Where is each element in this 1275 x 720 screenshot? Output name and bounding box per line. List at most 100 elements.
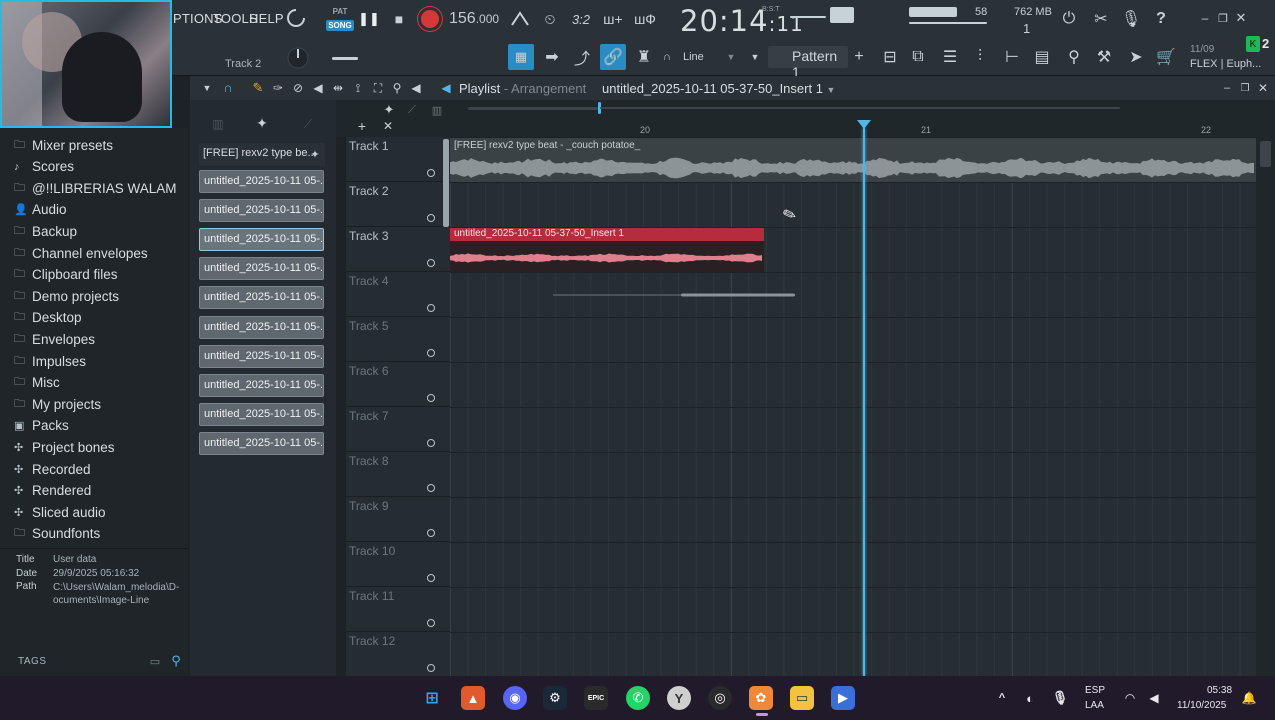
audio-clip-track3[interactable]: untitled_2025-10-11 05-37-50_Insert 1	[450, 228, 764, 272]
picker-clip[interactable]: untitled_2025-10-11 05-...	[199, 402, 324, 426]
microphone-icon[interactable]: 🎙	[1120, 8, 1142, 30]
song-position-clock[interactable]: 20:14:11	[680, 4, 804, 38]
tray-mic-icon[interactable]: 🎙	[1048, 686, 1072, 710]
pattern-selector[interactable]: Pattern 1	[768, 46, 848, 80]
picker-audio-clip-header[interactable]: [FREE] rexv2 type be...	[199, 143, 325, 166]
scissors-icon[interactable]: ✂	[1090, 8, 1112, 30]
minimize-icon[interactable]: –	[1196, 8, 1214, 28]
tempo-display[interactable]: 156.000	[449, 10, 499, 28]
send-icon[interactable]: ➤	[1124, 44, 1148, 70]
notification-bell-icon[interactable]: 🔔	[1237, 686, 1261, 710]
browser-item[interactable]: 🗀 Demo projects	[14, 286, 119, 306]
track-mute-dot-icon[interactable]	[427, 529, 435, 537]
track-mute-dot-icon[interactable]	[427, 619, 435, 627]
browser-item[interactable]: 🗀 Mixer presets	[14, 135, 113, 155]
track-header[interactable]: Track 11	[346, 587, 450, 632]
track-header[interactable]: Track 3	[346, 227, 450, 272]
track-header[interactable]: Track 10	[346, 542, 450, 587]
playlist-menu-icon[interactable]: ▼	[200, 80, 214, 96]
track-header[interactable]: Track 6	[346, 362, 450, 407]
audio-clip-track4-wave[interactable]	[553, 293, 795, 297]
pat-mode-toggle[interactable]: PAT	[326, 6, 354, 17]
playlist-close-icon[interactable]: ✕	[1256, 80, 1270, 96]
track-mute-dot-icon[interactable]	[427, 169, 435, 177]
track-mute-dot-icon[interactable]	[427, 394, 435, 402]
track-mute-dot-icon[interactable]	[427, 304, 435, 312]
audio-clip-track1[interactable]: [FREE] rexv2 type beat - _couch potatoe_	[450, 138, 1256, 182]
browser-item[interactable]: 🗀 Channel envelopes	[14, 243, 148, 263]
browser-item[interactable]: 🗀 Clipboard files	[14, 265, 118, 285]
sliders-icon[interactable]: ⫶	[968, 44, 992, 70]
file-explorer-icon[interactable]: ▭	[790, 686, 814, 710]
discord-icon[interactable]: ◉	[503, 686, 527, 710]
tag-folder-icon[interactable]: ▭	[148, 654, 162, 668]
picker-clip[interactable]: untitled_2025-10-11 05-...	[199, 228, 324, 252]
picker-clip[interactable]: untitled_2025-10-11 05-...	[199, 257, 324, 281]
magnet-icon[interactable]: ∩	[660, 48, 674, 66]
browser-item[interactable]: 🗀 Desktop	[14, 308, 82, 328]
menu-help[interactable]: HELP	[249, 11, 284, 26]
browser-item[interactable]: ♪ Scores	[14, 157, 74, 177]
picker-clip[interactable]: untitled_2025-10-11 05-...	[199, 431, 324, 455]
track-header[interactable]: Track 1	[346, 137, 450, 182]
track-mute-dot-icon[interactable]	[427, 259, 435, 267]
horizontal-scroll[interactable]	[600, 107, 1120, 109]
picker-clip[interactable]: untitled_2025-10-11 05-...	[199, 286, 324, 310]
tree-icon[interactable]: ⊢	[1000, 44, 1024, 70]
overview-link-icon[interactable]: ⟋	[403, 102, 421, 118]
draw-tool-icon[interactable]: ✎	[250, 79, 266, 97]
app-y-icon[interactable]: Y	[667, 686, 691, 710]
zoom-tool-icon[interactable]: ⚲	[389, 79, 405, 97]
search-icon[interactable]: ⚲	[168, 653, 184, 669]
track-resize-handle[interactable]	[443, 139, 449, 227]
picker-audio-icon[interactable]: ✦	[252, 114, 272, 132]
browser-item[interactable]: 🗀 Impulses	[14, 351, 86, 371]
chevron-down-icon[interactable]: ▼	[725, 48, 737, 66]
song-mode-toggle[interactable]: SONG	[326, 20, 354, 31]
master-pitch-knob[interactable]	[284, 44, 312, 72]
start-icon[interactable]: ⊞	[420, 686, 444, 710]
browser-item[interactable]: 🗀 @!!LIBRERIAS WALAM	[14, 178, 177, 198]
picker-clip[interactable]: untitled_2025-10-11 05-...	[199, 373, 324, 397]
track-header[interactable]: Track 8	[346, 452, 450, 497]
track-header[interactable]: Track 12	[346, 632, 450, 677]
overview-pattern-icon[interactable]: ▥	[428, 102, 446, 118]
whatsapp-icon[interactable]: ✆	[626, 686, 650, 710]
select-tool-icon[interactable]: ⛶	[370, 79, 386, 97]
restore-icon[interactable]: ❐	[1214, 8, 1232, 28]
track-mute-dot-icon[interactable]	[427, 484, 435, 492]
file-icon[interactable]: ▤	[1030, 44, 1054, 70]
track-header[interactable]: Track 4	[346, 272, 450, 317]
link-icon[interactable]: 🔗	[600, 44, 626, 70]
brave-icon[interactable]: ▲	[461, 686, 485, 710]
picker-clip[interactable]: untitled_2025-10-11 05-...	[199, 344, 324, 368]
vertical-scrollbar[interactable]	[1256, 137, 1275, 676]
browser-item[interactable]: 🗀 Envelopes	[14, 329, 95, 349]
tray-date[interactable]: 11/10/2025	[1177, 700, 1226, 711]
browser-item[interactable]: 🗀 Misc	[14, 373, 60, 393]
delete-tool-icon[interactable]: ⊘	[290, 79, 306, 97]
browser-item[interactable]: ▣ Packs	[14, 416, 69, 436]
fl-studio-icon[interactable]: ✿	[749, 686, 773, 710]
input-language[interactable]: ESP	[1085, 685, 1105, 696]
pattern-menu-icon[interactable]: ▼	[749, 48, 761, 66]
browser-item[interactable]: ✣ Sliced audio	[14, 502, 106, 522]
browser-item[interactable]: 👤 Audio	[14, 200, 67, 220]
loop-record-icon[interactable]: шФ	[632, 8, 658, 30]
track-mute-dot-icon[interactable]	[427, 664, 435, 672]
playlist-grid[interactable]	[450, 137, 1256, 676]
picker-clip[interactable]: untitled_2025-10-11 05-...	[199, 170, 324, 193]
news-plugin-name[interactable]: FLEX | Euph...	[1190, 58, 1261, 70]
power-icon[interactable]: ⏻	[1058, 8, 1080, 30]
plugin-icon[interactable]: ⚲	[1062, 44, 1086, 70]
browser-item[interactable]: 🗀 Backup	[14, 221, 77, 241]
paint-tool-icon[interactable]: ✑	[270, 79, 286, 97]
browser-item[interactable]: 🗀 Soundfonts	[14, 524, 100, 544]
playback-tool-icon[interactable]: ◀	[408, 79, 424, 97]
track-header[interactable]: Track 5	[346, 317, 450, 362]
picker-pattern-icon[interactable]: ▥	[208, 116, 228, 132]
tools-icon[interactable]: ⚒	[1092, 44, 1116, 70]
track-header[interactable]: Track 2	[346, 182, 450, 227]
browser-item[interactable]: 🗀 My projects	[14, 394, 101, 414]
track-mute-dot-icon[interactable]	[427, 439, 435, 447]
